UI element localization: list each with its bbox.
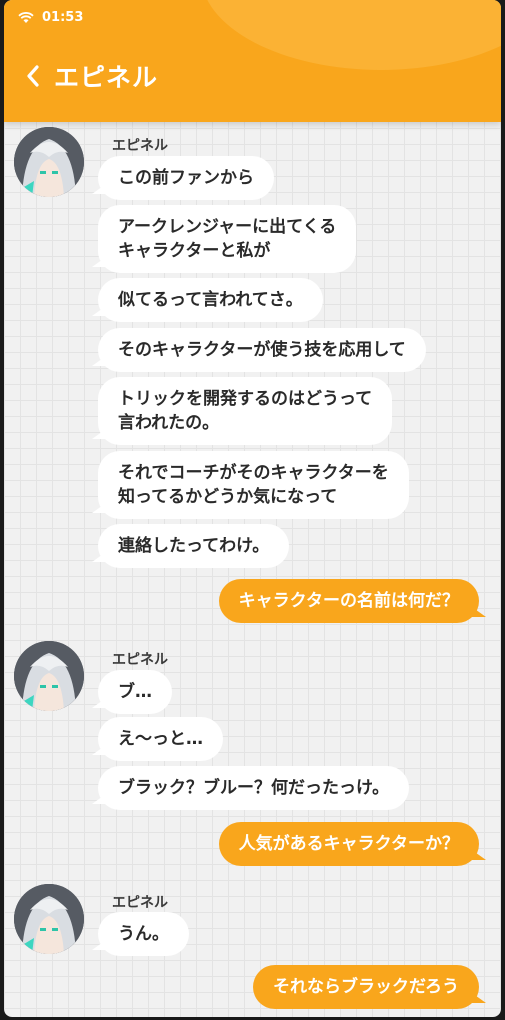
message-bubble: それでコーチがそのキャラクターを 知ってるかどうか気になって [92,451,409,519]
message-bubble: トリックを開発するのはどうって 言われたの。 [91,377,393,445]
message-bubble: え～っと… [92,717,223,761]
avatar[interactable] [14,641,84,711]
message-bubble: うん。 [92,912,189,956]
avatar[interactable] [14,127,84,197]
character-portrait-icon [14,127,84,197]
status-time: 01:53 [42,10,84,25]
message-bubble: ブラック？ブルー？何だったっけ。 [91,766,410,810]
character-portrait-icon [14,884,84,954]
back-chevron-icon[interactable] [26,65,40,87]
message-bubble: アークレンジャーに出てくる キャラクターと私が [91,205,357,273]
sent-message-bubble: 人気があるキャラクターか？ [218,822,487,866]
character-portrait-icon [14,641,84,711]
message-bubble: 連絡したってわけ。 [91,524,290,568]
message-bubble: この前ファンから [92,156,274,200]
chat-screen: 01:53 エピネル エピネル この前ファンから アークレンジャーに出てくる キ… [4,0,501,1017]
sender-name: エピネル [112,895,168,911]
message-bubble: そのキャラクターが使う技を応用して [92,328,426,372]
sent-message-bubble: キャラクターの名前は何だ？ [218,579,487,623]
sent-message-bubble: それならブラックだろう [253,965,486,1009]
header-decoration [201,0,501,70]
page-title: エピネル [54,63,159,92]
message-bubble: ブ… [92,670,172,714]
sender-name: エピネル [112,138,168,154]
title-row: エピネル [26,58,158,94]
wifi-icon [18,11,34,23]
status-bar: 01:53 [18,10,83,25]
sender-name: エピネル [112,652,168,668]
header-bar: 01:53 エピネル [4,0,501,122]
message-bubble: 似てるって言われてさ。 [92,278,323,322]
avatar[interactable] [14,884,84,954]
